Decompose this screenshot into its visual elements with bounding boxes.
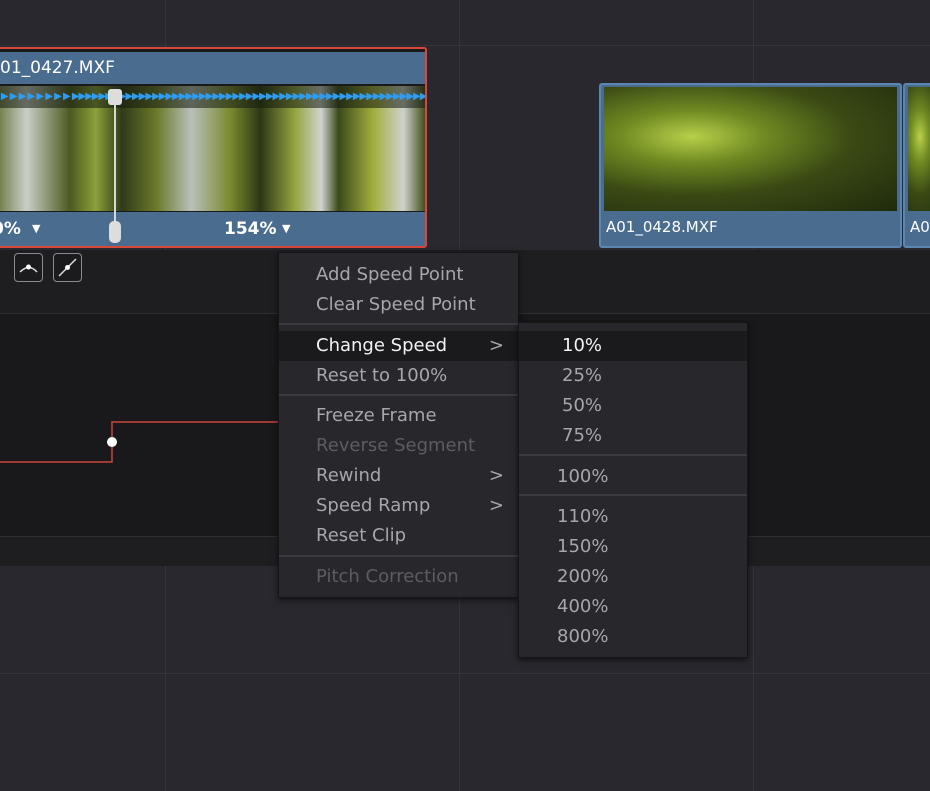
timeline-clip-selected[interactable]: 01_0427.MXF ▶ ▶ ▶ ▶ ▶ ▶ ▶ ▶ ▶ ▶▶▶▶▶▶▶▶▶▶… (0, 47, 427, 248)
clip-thumbnails: ▶ ▶ ▶ ▶ ▶ ▶ ▶ ▶ ▶ ▶▶▶▶▶▶▶▶▶▶▶▶▶▶▶▶▶▶▶▶▶▶… (0, 86, 425, 211)
speed-option-50[interactable]: 50% (519, 391, 747, 421)
speed-curve-line (0, 421, 290, 463)
menu-item-clear-speed-point[interactable]: Clear Speed Point (279, 290, 518, 320)
speed-right-dropdown-icon[interactable]: ▼ (282, 212, 290, 246)
menu-item-add-speed-point[interactable]: Add Speed Point (279, 260, 518, 290)
speed-option-25[interactable]: 25% (519, 361, 747, 391)
chevron-right-icon: > (488, 465, 504, 486)
linear-curve-icon (58, 258, 77, 277)
menu-item-reverse-segment: Reverse Segment (316, 435, 476, 456)
menu-item-label: Rewind (316, 465, 382, 486)
speed-point-handle-bottom[interactable] (109, 221, 121, 243)
speed-left-dropdown-icon[interactable]: ▼ (32, 212, 40, 246)
menu-item-reset-clip[interactable]: Reset Clip (279, 521, 518, 551)
ease-curve-button[interactable] (14, 253, 43, 282)
grid-line (0, 45, 930, 46)
menu-item-label: Speed Ramp (316, 495, 431, 516)
timeline-clip[interactable]: A0 (903, 83, 930, 248)
clip-name: A01_0428.MXF (606, 218, 718, 236)
clip-name: A0 (910, 218, 930, 236)
speed-arrows: ▶ ▶ ▶ ▶ ▶ ▶ ▶ ▶ ▶ ▶▶▶▶▶▶▶▶▶▶▶▶▶▶▶▶▶▶▶▶▶▶… (0, 86, 425, 108)
change-speed-submenu: 10% 25% 50% 75% 100% 110% 150% 200% 400%… (518, 322, 748, 658)
speed-right-value[interactable]: 154% (224, 212, 277, 246)
speed-option-75[interactable]: 75% (519, 421, 747, 451)
speed-curve (0, 421, 290, 463)
menu-item-change-speed[interactable]: Change Speed > (279, 331, 518, 361)
menu-divider (279, 555, 518, 557)
clip-thumbnail (604, 87, 897, 211)
menu-item-pitch-correction: Pitch Correction (316, 566, 459, 587)
menu-divider (519, 454, 747, 456)
clip-thumbnail (908, 87, 930, 211)
timeline-clip[interactable]: A01_0428.MXF (599, 83, 902, 248)
speed-option-100[interactable]: 100% (519, 462, 747, 492)
menu-item-freeze-frame[interactable]: Freeze Frame (279, 401, 518, 431)
speed-left-value[interactable]: 0% (0, 212, 21, 246)
menu-divider (279, 394, 518, 396)
speed-point-line (114, 89, 116, 241)
linear-curve-button[interactable] (53, 253, 82, 282)
menu-item-rewind[interactable]: Rewind > (279, 461, 518, 491)
menu-item-label: Change Speed (316, 335, 448, 356)
chevron-right-icon: > (488, 495, 504, 516)
speed-option-150[interactable]: 150% (519, 532, 747, 562)
menu-divider (519, 494, 747, 496)
menu-divider (279, 323, 518, 325)
menu-item-reset-to-100[interactable]: Reset to 100% (279, 361, 518, 391)
speed-point-dot[interactable] (107, 437, 117, 447)
context-menu: Add Speed Point Clear Speed Point Change… (278, 252, 519, 598)
speed-bar: 0% ▼ 154% ▼ (0, 212, 425, 246)
speed-option-800[interactable]: 800% (519, 622, 747, 652)
chevron-right-icon: > (488, 335, 504, 356)
ease-curve-icon (19, 264, 38, 273)
speed-option-200[interactable]: 200% (519, 562, 747, 592)
speed-point-handle-top[interactable] (108, 89, 122, 105)
clip-name: 01_0427.MXF (0, 52, 425, 84)
speed-option-10[interactable]: 10% (519, 331, 747, 361)
menu-item-speed-ramp[interactable]: Speed Ramp > (279, 491, 518, 521)
speed-option-110[interactable]: 110% (519, 502, 747, 532)
grid-line (0, 673, 930, 674)
speed-option-400[interactable]: 400% (519, 592, 747, 622)
